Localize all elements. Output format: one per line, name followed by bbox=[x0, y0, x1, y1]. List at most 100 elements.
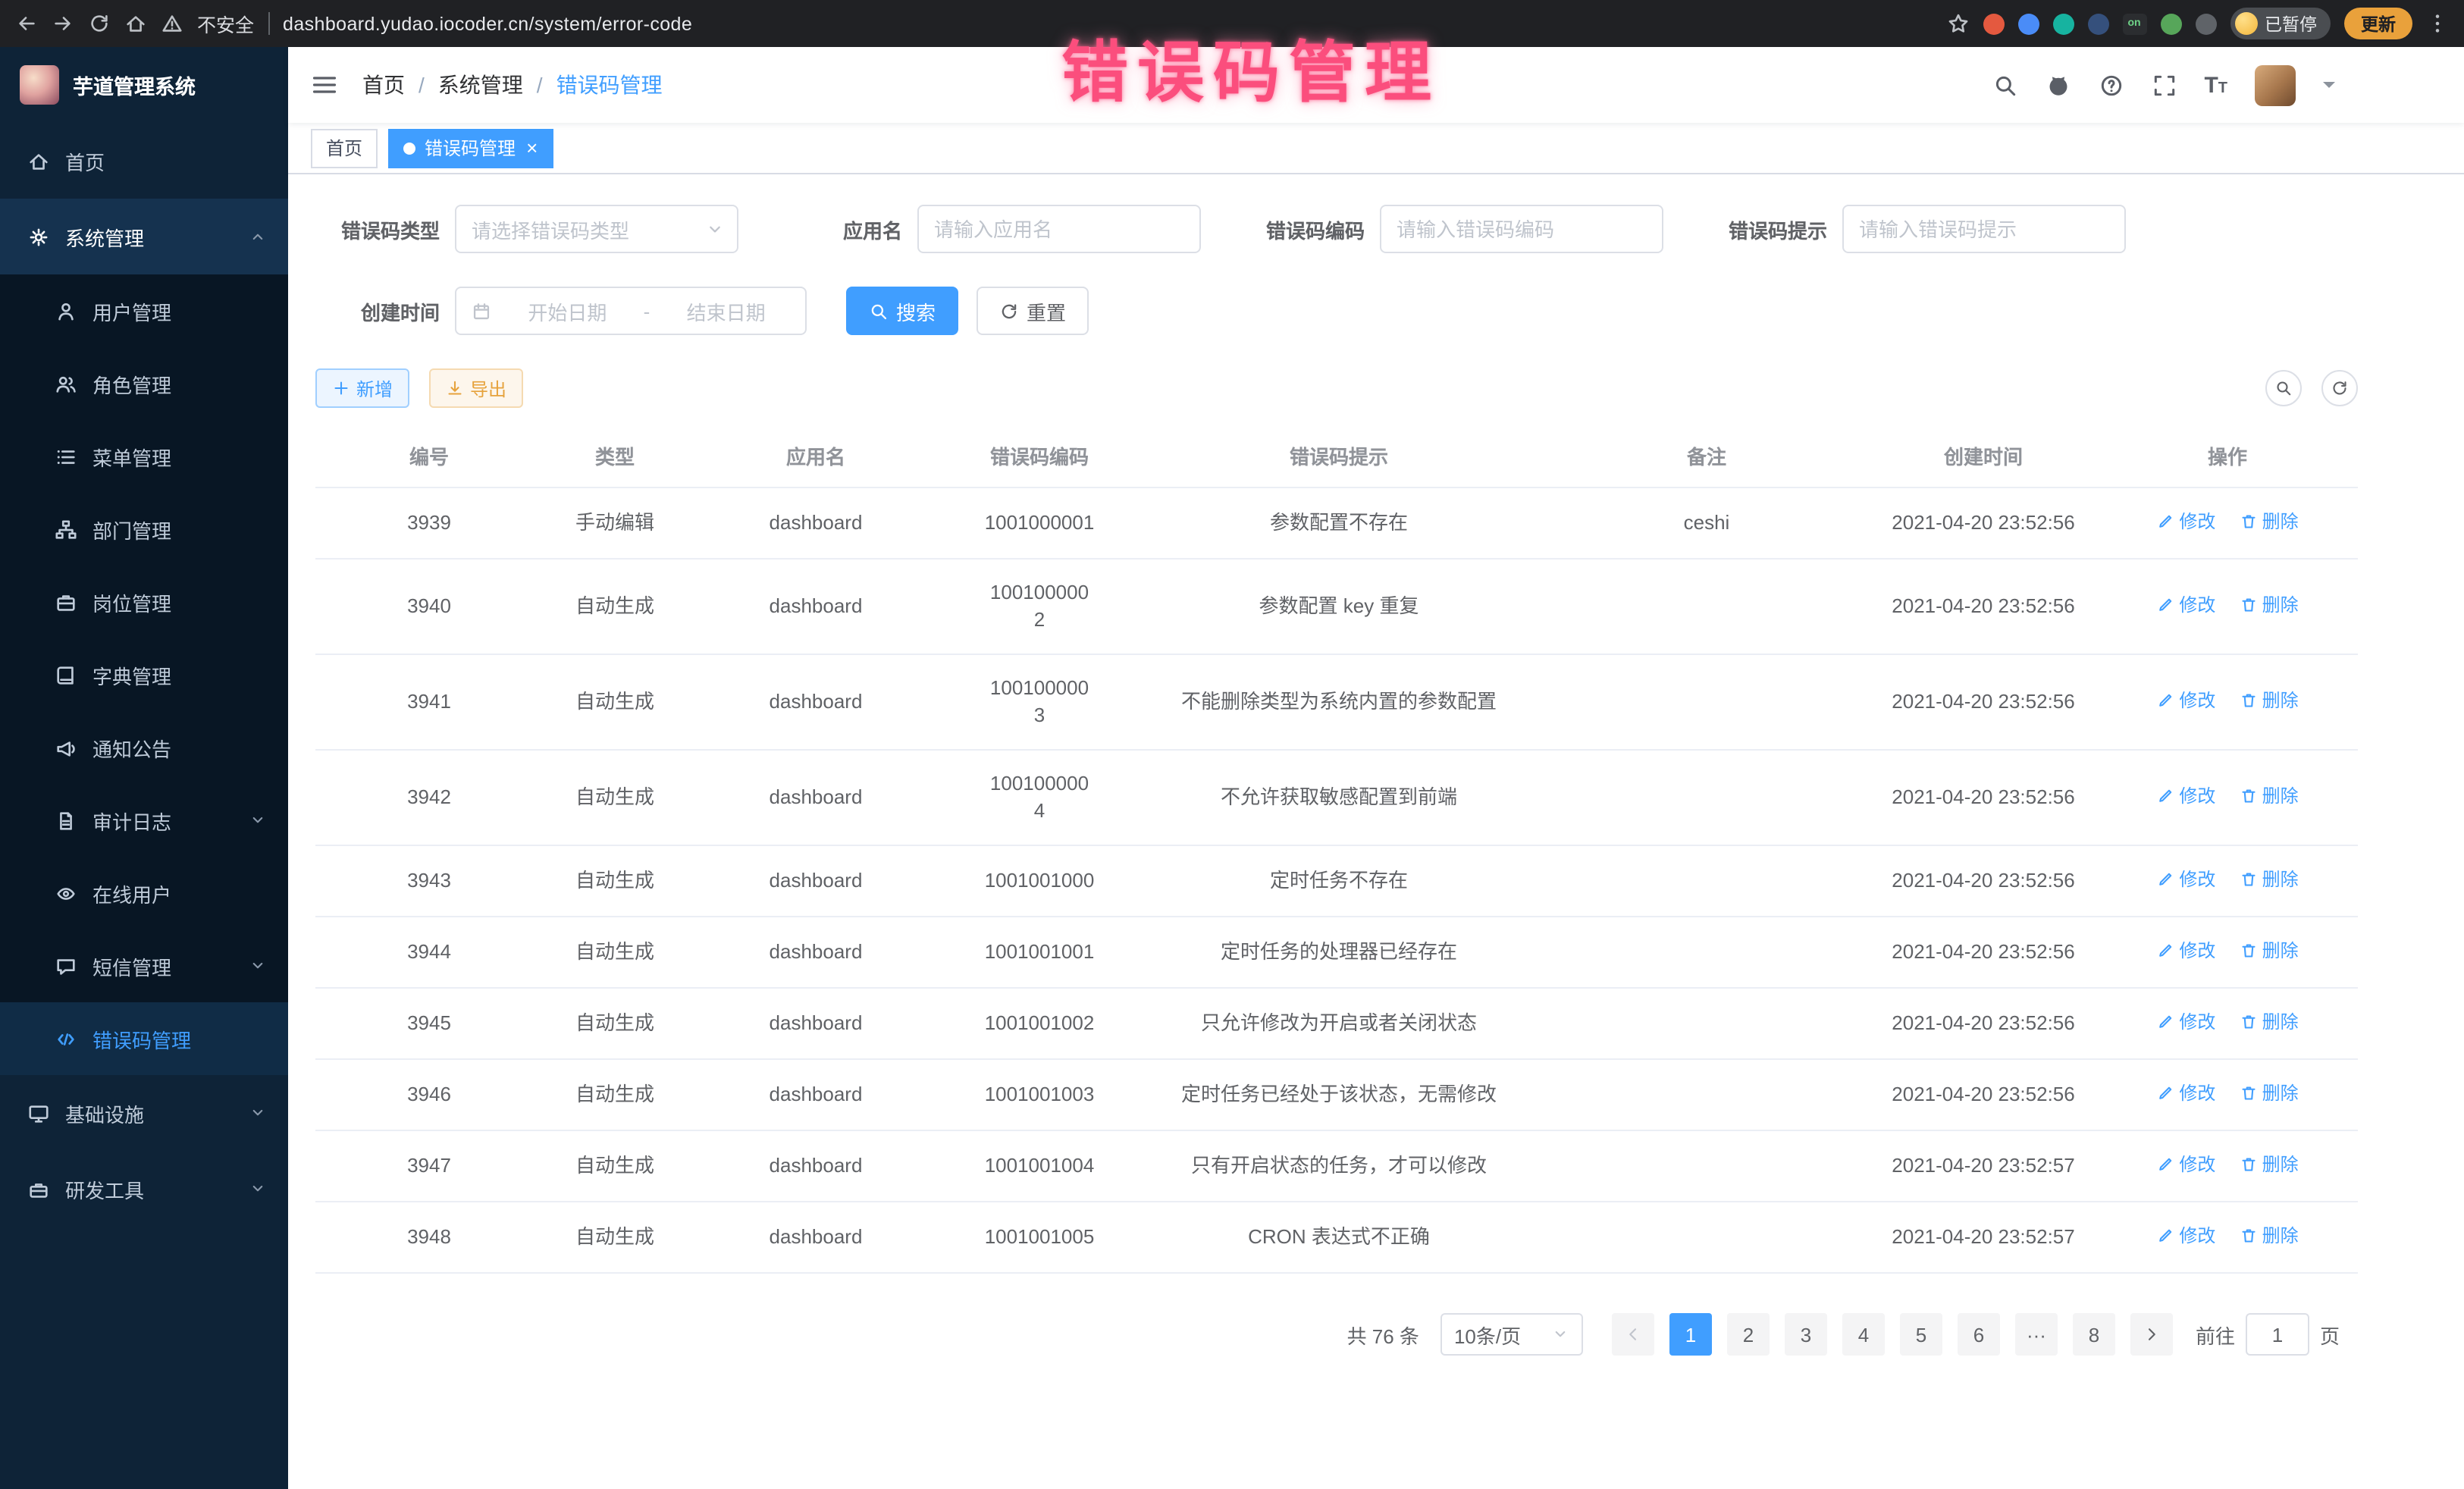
sidebar-item-notice-announcement[interactable]: 通知公告 bbox=[0, 711, 288, 784]
sidebar-item-role-management[interactable]: 角色管理 bbox=[0, 347, 288, 420]
breadcrumb-home[interactable]: 首页 bbox=[362, 70, 405, 100]
user-avatar[interactable] bbox=[2255, 64, 2296, 105]
tab-error-code-management[interactable]: 错误码管理 × bbox=[388, 128, 553, 168]
tab-home[interactable]: 首页 bbox=[311, 128, 378, 168]
browser-reload-button[interactable] bbox=[88, 12, 111, 35]
date-range-picker[interactable]: 开始日期 - 结束日期 bbox=[455, 287, 807, 335]
browser-update-button[interactable]: 更新 bbox=[2344, 8, 2412, 39]
fullscreen-icon[interactable] bbox=[2151, 72, 2177, 98]
browser-home-button[interactable] bbox=[124, 12, 147, 35]
bookmark-star-icon[interactable] bbox=[1946, 12, 1969, 35]
sidebar-item-error-code-management[interactable]: 错误码管理 bbox=[0, 1002, 288, 1075]
delete-button[interactable]: 删除 bbox=[2240, 782, 2299, 810]
cell-type: 自动生成 bbox=[543, 1059, 687, 1130]
sidebar-item-sms-management[interactable]: 短信管理 bbox=[0, 929, 288, 1002]
export-button[interactable]: 导出 bbox=[429, 368, 523, 408]
hamburger-icon[interactable] bbox=[311, 71, 338, 99]
avatar-caret-icon[interactable] bbox=[2323, 82, 2335, 94]
extension-icon[interactable] bbox=[2017, 13, 2039, 34]
page-button-5[interactable]: 5 bbox=[1900, 1313, 1942, 1356]
sidebar-item-user-management[interactable]: 用户管理 bbox=[0, 274, 288, 347]
security-warning-icon[interactable] bbox=[161, 12, 183, 35]
add-button[interactable]: 新增 bbox=[315, 368, 409, 408]
next-page-button[interactable] bbox=[2130, 1313, 2173, 1356]
app-name-input[interactable] bbox=[917, 205, 1201, 253]
breadcrumb-system[interactable]: 系统管理 bbox=[438, 70, 523, 100]
page-button-4[interactable]: 4 bbox=[1842, 1313, 1885, 1356]
page-button-8[interactable]: 8 bbox=[2073, 1313, 2115, 1356]
page-button-1[interactable]: 1 bbox=[1669, 1313, 1712, 1356]
cell-app: dashboard bbox=[687, 750, 945, 845]
error-msg-input[interactable] bbox=[1842, 205, 2126, 253]
cell-time: 2021-04-20 23:52:56 bbox=[1870, 654, 2097, 750]
extension-icon[interactable] bbox=[2087, 13, 2108, 34]
prev-page-button[interactable] bbox=[1612, 1313, 1654, 1356]
sidebar-item-system-management[interactable]: 系统管理 bbox=[0, 199, 288, 274]
sidebar-item-position-management[interactable]: 岗位管理 bbox=[0, 566, 288, 638]
sidebar-item-home[interactable]: 首页 bbox=[0, 123, 288, 199]
edit-button[interactable]: 修改 bbox=[2156, 866, 2215, 893]
toolbox-icon bbox=[27, 1177, 50, 1200]
extension-icon[interactable]: on bbox=[2122, 13, 2146, 34]
delete-button[interactable]: 删除 bbox=[2240, 937, 2299, 964]
search-button[interactable]: 搜索 bbox=[846, 287, 958, 335]
reset-button[interactable]: 重置 bbox=[977, 287, 1089, 335]
edit-button[interactable]: 修改 bbox=[2156, 937, 2215, 964]
edit-button[interactable]: 修改 bbox=[2156, 591, 2215, 619]
edit-button[interactable]: 修改 bbox=[2156, 782, 2215, 810]
page-more-button[interactable]: ··· bbox=[2015, 1313, 2058, 1356]
delete-button[interactable]: 删除 bbox=[2240, 591, 2299, 619]
delete-button[interactable]: 删除 bbox=[2240, 1008, 2299, 1036]
cell-actions: 修改 删除 bbox=[2097, 750, 2358, 845]
sidebar-item-menu-management[interactable]: 菜单管理 bbox=[0, 420, 288, 493]
delete-button[interactable]: 删除 bbox=[2240, 508, 2299, 535]
edit-button[interactable]: 修改 bbox=[2156, 687, 2215, 714]
search-icon[interactable] bbox=[1992, 72, 2017, 98]
page-button-3[interactable]: 3 bbox=[1785, 1313, 1827, 1356]
refresh-table-button[interactable] bbox=[2321, 370, 2358, 406]
delete-button[interactable]: 删除 bbox=[2240, 1080, 2299, 1107]
edit-button[interactable]: 修改 bbox=[2156, 1151, 2215, 1178]
delete-button[interactable]: 删除 bbox=[2240, 1151, 2299, 1178]
page-size-select[interactable]: 10条/页 bbox=[1440, 1313, 1583, 1356]
edit-button[interactable]: 修改 bbox=[2156, 1008, 2215, 1036]
cell-time: 2021-04-20 23:52:56 bbox=[1870, 750, 2097, 845]
tab-label: 首页 bbox=[326, 135, 362, 161]
cell-remark: ceshi bbox=[1544, 487, 1870, 559]
table-row: 3945 自动生成 dashboard 1001001002 只允许修改为开启或… bbox=[315, 988, 2358, 1059]
extensions-puzzle-icon[interactable] bbox=[2195, 13, 2216, 34]
goto-page-input[interactable] bbox=[2246, 1313, 2309, 1356]
browser-menu-kebab-icon[interactable] bbox=[2426, 12, 2449, 35]
extension-icon[interactable] bbox=[2160, 13, 2181, 34]
error-type-select[interactable]: 请选择错误码类型 bbox=[455, 205, 738, 253]
sidebar-item-infrastructure[interactable]: 基础设施 bbox=[0, 1075, 288, 1151]
edit-button[interactable]: 修改 bbox=[2156, 508, 2215, 535]
delete-button[interactable]: 删除 bbox=[2240, 687, 2299, 714]
extension-icon[interactable] bbox=[2052, 13, 2074, 34]
error-code-input[interactable] bbox=[1380, 205, 1663, 253]
help-icon[interactable] bbox=[2098, 72, 2124, 98]
delete-button[interactable]: 删除 bbox=[2240, 1222, 2299, 1249]
tab-close-icon[interactable]: × bbox=[526, 138, 538, 158]
cell-code: 1001000001 bbox=[945, 487, 1134, 559]
url-bar[interactable]: dashboard.yudao.iocoder.cn/system/error-… bbox=[283, 13, 692, 34]
cell-msg: 定时任务已经处于该状态，无需修改 bbox=[1134, 1059, 1544, 1130]
edit-button[interactable]: 修改 bbox=[2156, 1080, 2215, 1107]
profile-chip[interactable]: 已暂停 bbox=[2230, 8, 2331, 39]
browser-forward-button[interactable] bbox=[52, 12, 74, 35]
sidebar-item-online-users[interactable]: 在线用户 bbox=[0, 857, 288, 929]
edit-button[interactable]: 修改 bbox=[2156, 1222, 2215, 1249]
delete-button[interactable]: 删除 bbox=[2240, 866, 2299, 893]
sidebar-item-audit-log[interactable]: 审计日志 bbox=[0, 784, 288, 857]
browser-back-button[interactable] bbox=[15, 12, 38, 35]
toggle-search-button[interactable] bbox=[2265, 370, 2302, 406]
sidebar-item-department-management[interactable]: 部门管理 bbox=[0, 493, 288, 566]
extension-icon[interactable] bbox=[1983, 13, 2004, 34]
github-icon[interactable] bbox=[2045, 72, 2071, 98]
app-logo[interactable]: 芋道管理系统 bbox=[0, 47, 288, 123]
sidebar-item-dev-tools[interactable]: 研发工具 bbox=[0, 1151, 288, 1227]
font-size-icon[interactable]: TT bbox=[2204, 72, 2227, 98]
sidebar-item-dictionary-management[interactable]: 字典管理 bbox=[0, 638, 288, 711]
page-button-2[interactable]: 2 bbox=[1727, 1313, 1770, 1356]
page-button-6[interactable]: 6 bbox=[1958, 1313, 2000, 1356]
